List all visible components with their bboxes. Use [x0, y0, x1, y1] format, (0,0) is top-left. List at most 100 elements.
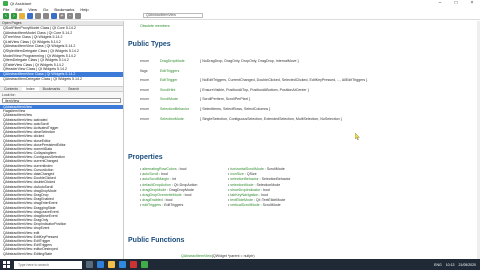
public-functions-title: Public Functions — [128, 237, 185, 244]
type-row: enum SelectionBehavior{ SelectItems, Sele… — [140, 107, 270, 112]
mouse-cursor-icon — [355, 133, 360, 140]
tab-contents[interactable]: Contents — [0, 87, 22, 91]
maximize-icon[interactable]: □ — [448, 0, 464, 6]
tab-search[interactable]: Search — [64, 87, 83, 91]
reset-zoom-icon[interactable] — [75, 12, 81, 19]
property-link[interactable]: defaultDropAction — [142, 183, 171, 187]
app-icon-red[interactable] — [130, 261, 137, 268]
menu-help[interactable]: Help — [80, 7, 88, 12]
open-page-item[interactable]: QAbstractItemDelegate Class | Qt Widgets… — [0, 77, 123, 82]
print-icon[interactable] — [43, 12, 49, 19]
property-type: : Qt::DropAction — [170, 182, 198, 187]
address-field[interactable]: QAbstractItemView — [143, 13, 203, 18]
assistant-window: Qt Assistant – □ × File Edit View Go Boo… — [0, 0, 480, 265]
close-icon[interactable]: × — [464, 0, 480, 6]
back-icon[interactable]: ‹ — [3, 12, 9, 19]
function-args: (QWidget *parent = nullptr) — [211, 254, 255, 258]
type-row: enum DragDropMode{ NoDragDrop, DragOnly, … — [140, 59, 299, 64]
type-row: enum ScrollHint{ EnsureVisible, PositionA… — [140, 88, 309, 93]
task-view-icon[interactable] — [86, 261, 93, 268]
type-link[interactable]: EditTriggers — [160, 69, 200, 73]
property-link[interactable]: verticalScrollMode — [230, 203, 259, 207]
windows-start-icon[interactable] — [2, 260, 11, 269]
properties-left-column: •alternatingRowColors : bool •autoScroll … — [140, 167, 197, 209]
property-link[interactable]: showDropIndicator — [230, 188, 260, 192]
zoom-out-icon[interactable]: - — [67, 12, 73, 19]
menu-bookmarks[interactable]: Bookmarks — [54, 7, 74, 12]
file-explorer-icon[interactable] — [108, 261, 115, 268]
type-link[interactable]: ScrollMode — [160, 97, 200, 101]
language-indicator[interactable]: ENG — [434, 263, 442, 267]
clock-time[interactable]: 10:13 — [446, 263, 455, 267]
type-row: enum ScrollMode{ ScrollPerItem, ScrollPer… — [140, 97, 250, 102]
index-list-item[interactable]: QAbstractItemView::EditingState — [0, 252, 123, 256]
open-pages-list: QSortFilterProxyModel Class | Qt Core 5.… — [0, 26, 123, 86]
home-icon[interactable] — [19, 12, 25, 19]
property-type: : int — [169, 177, 177, 182]
menu-edit[interactable]: Edit — [15, 7, 22, 12]
property-link[interactable]: dragDropMode — [142, 188, 166, 192]
edge-browser-icon[interactable] — [97, 261, 104, 268]
property-link[interactable]: dragEnabled — [142, 198, 162, 202]
type-values: { ScrollPerItem, ScrollPerPixel } — [200, 97, 251, 102]
index-search-input[interactable]: itemView — [2, 98, 121, 103]
obsolete-members-link[interactable]: Obsolete members — [140, 24, 170, 28]
property-type: : bool — [260, 187, 271, 192]
property-link[interactable]: selectionBehavior — [230, 177, 258, 181]
type-link[interactable]: EditTrigger — [160, 78, 200, 82]
property-link[interactable]: textElideMode — [230, 198, 253, 202]
property-link[interactable]: autoScrollMargin — [142, 177, 169, 181]
menu-go[interactable]: Go — [43, 7, 48, 12]
minimize-icon[interactable]: – — [432, 0, 448, 6]
copy-icon[interactable] — [35, 12, 41, 19]
sync-icon[interactable] — [27, 12, 33, 19]
taskbar-search-input[interactable]: Type here to search — [14, 260, 82, 269]
property-type: : EditTriggers — [161, 203, 184, 208]
type-row: enum SelectionMode{ SingleSelection, Cont… — [140, 117, 342, 122]
type-keyword: enum — [140, 116, 149, 121]
property-type: : ScrollMode — [259, 203, 281, 208]
menu-file[interactable]: File — [3, 7, 9, 12]
menu-view[interactable]: View — [28, 7, 37, 12]
property-link[interactable]: tabKeyNavigation — [230, 193, 258, 197]
type-values: { NoEditTriggers, CurrentChanged, Double… — [200, 78, 368, 83]
type-keyword: enum — [140, 107, 149, 111]
property-link[interactable]: horizontalScrollMode — [230, 167, 264, 171]
type-keyword: flags — [140, 68, 148, 73]
property-type: : DragDropMode — [166, 187, 194, 192]
property-type: : ScrollMode — [263, 167, 285, 171]
property-link[interactable]: iconSize — [230, 172, 244, 176]
type-link[interactable]: SelectionBehavior — [160, 107, 200, 111]
property-link[interactable]: dragDropOverwriteMode — [142, 193, 181, 197]
tab-index[interactable]: Index — [22, 87, 39, 91]
toolbar: ‹ › + - QAbstractItemView — [0, 12, 480, 20]
find-icon[interactable] — [51, 12, 57, 19]
forward-icon[interactable]: › — [11, 12, 17, 19]
property-type: : SelectionBehavior — [258, 177, 291, 182]
property-link[interactable]: alternatingRowColors — [142, 167, 176, 171]
public-types-title: Public Types — [128, 41, 171, 48]
type-keyword: enum — [140, 97, 149, 102]
window-title: Qt Assistant — [10, 0, 32, 6]
property-link[interactable]: selectionMode — [230, 183, 253, 187]
property-link[interactable]: editTriggers — [142, 203, 161, 207]
property-row: •editTriggers : EditTriggers — [140, 203, 197, 208]
property-type: : SelectionMode — [253, 182, 281, 187]
app-icon — [3, 0, 8, 6]
function-link[interactable]: QAbstractItemView — [181, 254, 212, 258]
type-values: { EnsureVisible, PositionAtTop, Position… — [200, 87, 309, 92]
property-type: : Qt::TextElideMode — [253, 198, 286, 203]
qt-assistant-task-icon[interactable] — [141, 261, 148, 268]
property-row: •verticalScrollMode : ScrollMode — [228, 203, 291, 208]
type-link[interactable]: ScrollHint — [160, 88, 200, 92]
store-icon[interactable] — [119, 261, 126, 268]
type-values: { NoDragDrop, DragOnly, DropOnly, DragDr… — [200, 59, 299, 63]
property-link[interactable]: autoScroll — [142, 172, 158, 176]
window-controls: – □ × — [432, 0, 480, 6]
clock-date[interactable]: 21/05/2020 — [458, 263, 476, 267]
tab-bookmarks[interactable]: Bookmarks — [39, 87, 65, 91]
type-link[interactable]: DragDropMode — [160, 59, 200, 63]
property-type: : bool — [162, 198, 173, 203]
zoom-in-icon[interactable]: + — [59, 12, 65, 19]
type-link[interactable]: SelectionMode — [160, 117, 200, 121]
